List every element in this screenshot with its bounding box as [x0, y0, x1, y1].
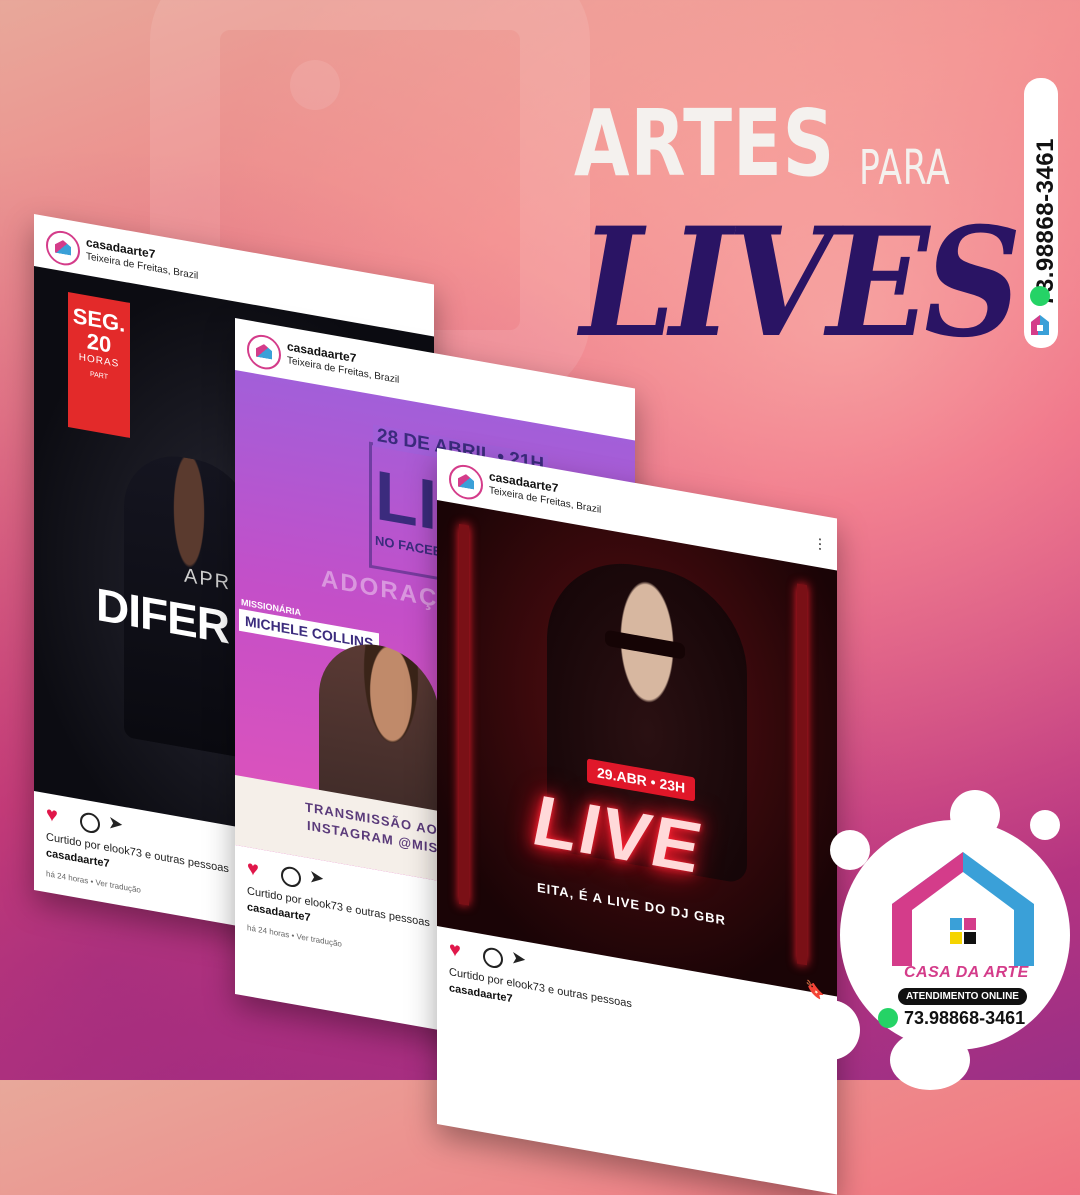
more-options-icon[interactable]: ⋮ — [813, 534, 827, 553]
post-image: 29.ABR • 23H LIVE EITA, É A LIVE DO DJ G… — [437, 500, 837, 997]
brand-service: ATENDIMENTO ONLINE — [898, 988, 1027, 1005]
headline-lives: LIVES — [580, 195, 1022, 371]
comment-icon[interactable] — [483, 946, 503, 970]
instagram-post-card-3: casadaarte7 Teixeira de Freitas, Brazil … — [437, 448, 837, 1195]
whatsapp-icon — [878, 1008, 898, 1028]
heart-icon[interactable]: ♥ — [46, 803, 58, 828]
headline-artes: ARTES — [574, 90, 836, 197]
heart-icon[interactable]: ♥ — [449, 938, 461, 963]
event-time-badge: SEG. 20 HORAS PART — [68, 291, 130, 438]
share-icon[interactable]: ➤ — [511, 947, 526, 971]
house-logo-icon — [892, 852, 1034, 966]
headline: ARTES PARA LIVES — [574, 90, 1022, 388]
headline-para: PARA — [859, 140, 951, 196]
post-time: há 24 horas • Ver tradução — [46, 869, 141, 895]
brand-logo: CASA DA ARTE ATENDIMENTO ONLINE 73.98868… — [868, 838, 1064, 1038]
instagram-logo-watermark-dot — [290, 60, 340, 110]
neon-bar — [797, 583, 807, 966]
share-icon[interactable]: ➤ — [309, 866, 324, 890]
brand-phone: 73.98868-3461 — [904, 1008, 1026, 1028]
avatar[interactable] — [247, 332, 281, 373]
post-art-big-text: LI — [375, 455, 438, 545]
post-time: há 24 horas • Ver tradução — [247, 923, 342, 949]
comment-icon[interactable] — [80, 811, 100, 835]
bookmark-icon[interactable]: 🔖 — [805, 979, 825, 1003]
avatar[interactable] — [46, 228, 80, 269]
share-icon[interactable]: ➤ — [108, 812, 123, 836]
comment-icon[interactable] — [281, 865, 301, 889]
side-contact-phone: 73.98868-3461 — [1032, 138, 1059, 306]
house-logo-icon — [1031, 315, 1049, 335]
neon-bar — [459, 523, 469, 906]
whatsapp-icon — [1030, 286, 1050, 306]
heart-icon[interactable]: ♥ — [247, 857, 259, 882]
avatar[interactable] — [449, 462, 483, 503]
brand-name: CASA DA ARTE — [904, 964, 1029, 981]
